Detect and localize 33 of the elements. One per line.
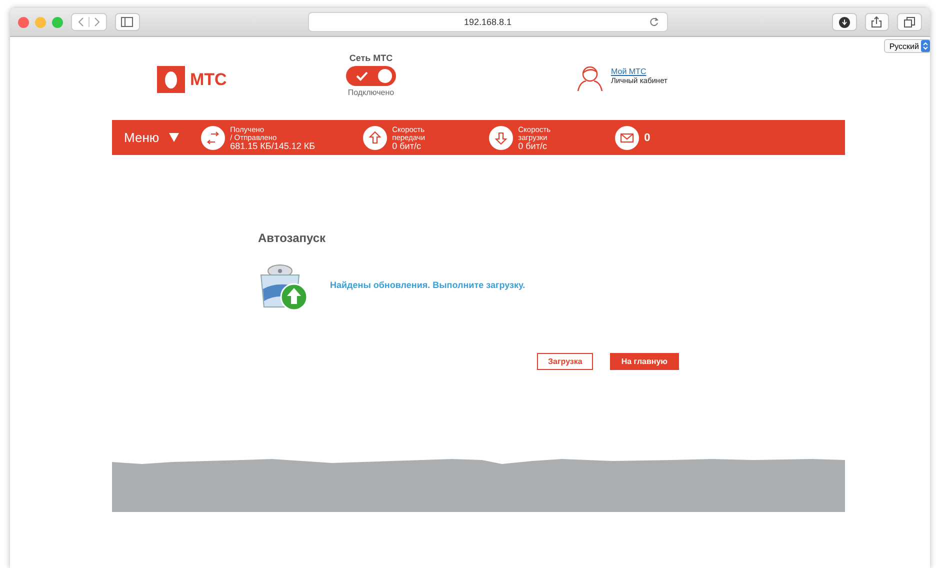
sidebar-icon [121,17,134,27]
caret-icon [169,133,180,142]
menu-button[interactable]: Меню [124,130,180,145]
update-message: Найдены обновления. Выполните загрузку. [330,280,526,290]
stat-value: 0 [644,134,650,142]
tabs-icon [904,16,916,28]
share-icon [871,16,882,28]
stat-value: 0 бит/с [392,142,421,150]
language-select[interactable]: Русский [884,39,930,53]
envelope-icon[interactable] [615,126,640,150]
network-toggle[interactable] [346,66,396,86]
sidebar-button[interactable] [115,13,140,31]
back-forward-button[interactable] [71,13,107,31]
stat-value: 681.15 КБ/145.12 КБ [230,142,316,150]
check-icon [356,71,368,81]
close-icon[interactable] [18,16,29,28]
egg-logo-icon [157,66,185,93]
section-title: Автозапуск [257,230,327,245]
share-button[interactable] [864,13,890,31]
network-title: Сеть МТС [349,53,393,63]
home-button[interactable]: На главную [610,353,679,370]
logo-text: МТС [190,70,227,90]
user-icon [577,64,603,92]
arrows-icon[interactable] [201,126,226,150]
address-field[interactable]: 192.168.8.1 [308,12,668,32]
download-button[interactable] [832,13,857,31]
reload-icon[interactable] [648,17,659,27]
download-icon [838,16,850,28]
stat-value: 0 бит/с [518,142,548,150]
download-button[interactable]: Загрузка [537,353,594,370]
connection-status: Подключено [348,88,394,97]
account-link[interactable]: Мой МТС [611,67,668,76]
tabs-button[interactable] [897,13,922,31]
